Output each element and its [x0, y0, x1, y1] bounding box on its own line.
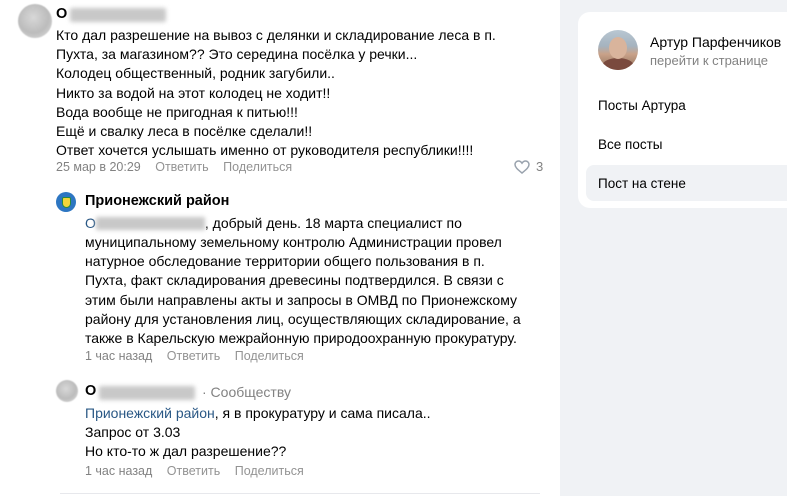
sidebar: Артур Парфенчиков перейти к странице Пос… [560, 0, 787, 496]
comments-feed: О Кто дал разрешение на вывоз с делянки … [0, 0, 560, 496]
profile-page-link[interactable]: перейти к странице [650, 53, 768, 68]
reply2-name-initial[interactable]: О [85, 383, 96, 399]
reply2-reply-button[interactable]: Ответить [167, 464, 220, 478]
reply-time[interactable]: 1 час назад [85, 349, 152, 363]
avatar-face-shape [609, 37, 627, 59]
reply2-badge: · Сообществу [202, 384, 291, 400]
reply-addressee-initial[interactable]: О [85, 215, 96, 231]
reply-greeting-text: , добрый день. 18 марта специалист по [204, 215, 462, 231]
comment-text: Кто дал разрешение на вывоз с делянки и … [56, 27, 496, 159]
reply2-avatar[interactable] [56, 380, 78, 402]
comment-meta: 25 мар в 20:29 Ответить Поделиться [56, 160, 303, 174]
reply-meta: 1 час назад Ответить Поделиться [85, 349, 315, 363]
reply2-share-button[interactable]: Поделиться [235, 464, 304, 478]
profile-avatar[interactable] [598, 30, 638, 70]
comment-share-button[interactable]: Поделиться [223, 160, 292, 174]
reply-text: муниципальному земельному контролю Админ… [85, 234, 521, 347]
avatar-body-shape [602, 58, 634, 70]
reply2-mention-rest: , я в прокуратуру и сама писала.. [214, 405, 431, 421]
comment-reply-button[interactable]: Ответить [155, 160, 208, 174]
comment-like-button[interactable]: 3 [514, 159, 543, 174]
reply2-name-redacted [99, 386, 195, 400]
community-avatar[interactable] [56, 192, 76, 212]
reply2-time[interactable]: 1 час назад [85, 464, 152, 478]
reply-share-button[interactable]: Поделиться [235, 349, 304, 363]
reply2-mention[interactable]: Прионежский район [85, 405, 215, 421]
reply2-text: Запрос от 3.03 Но кто-то ж дал разрешени… [85, 424, 287, 460]
reply-reply-button[interactable]: Ответить [167, 349, 220, 363]
commenter-name-redacted [70, 8, 166, 22]
menu-item-all-posts[interactable]: Все посты [598, 137, 662, 152]
menu-item-wall-post[interactable]: Пост на стене [598, 176, 686, 191]
profile-name[interactable]: Артур Парфенчиков [650, 34, 781, 50]
reply-addressee-redacted [95, 217, 205, 230]
comment-date[interactable]: 25 мар в 20:29 [56, 160, 141, 174]
commenter-avatar[interactable] [18, 4, 52, 38]
heart-icon [514, 159, 530, 174]
reply2-first-line: Прионежский район, я в прокуратуру и сам… [85, 404, 555, 423]
coat-of-arms-icon [61, 196, 71, 208]
commenter-name-initial[interactable]: О [56, 6, 67, 22]
community-name[interactable]: Прионежский район [85, 193, 229, 209]
like-count: 3 [536, 159, 544, 174]
reply2-meta: 1 час назад Ответить Поделиться [85, 464, 315, 478]
divider [60, 493, 540, 494]
menu-item-posts-artur[interactable]: Посты Артура [598, 98, 686, 113]
reply-greeting-line: О , добрый день. 18 марта специалист по [85, 214, 555, 233]
